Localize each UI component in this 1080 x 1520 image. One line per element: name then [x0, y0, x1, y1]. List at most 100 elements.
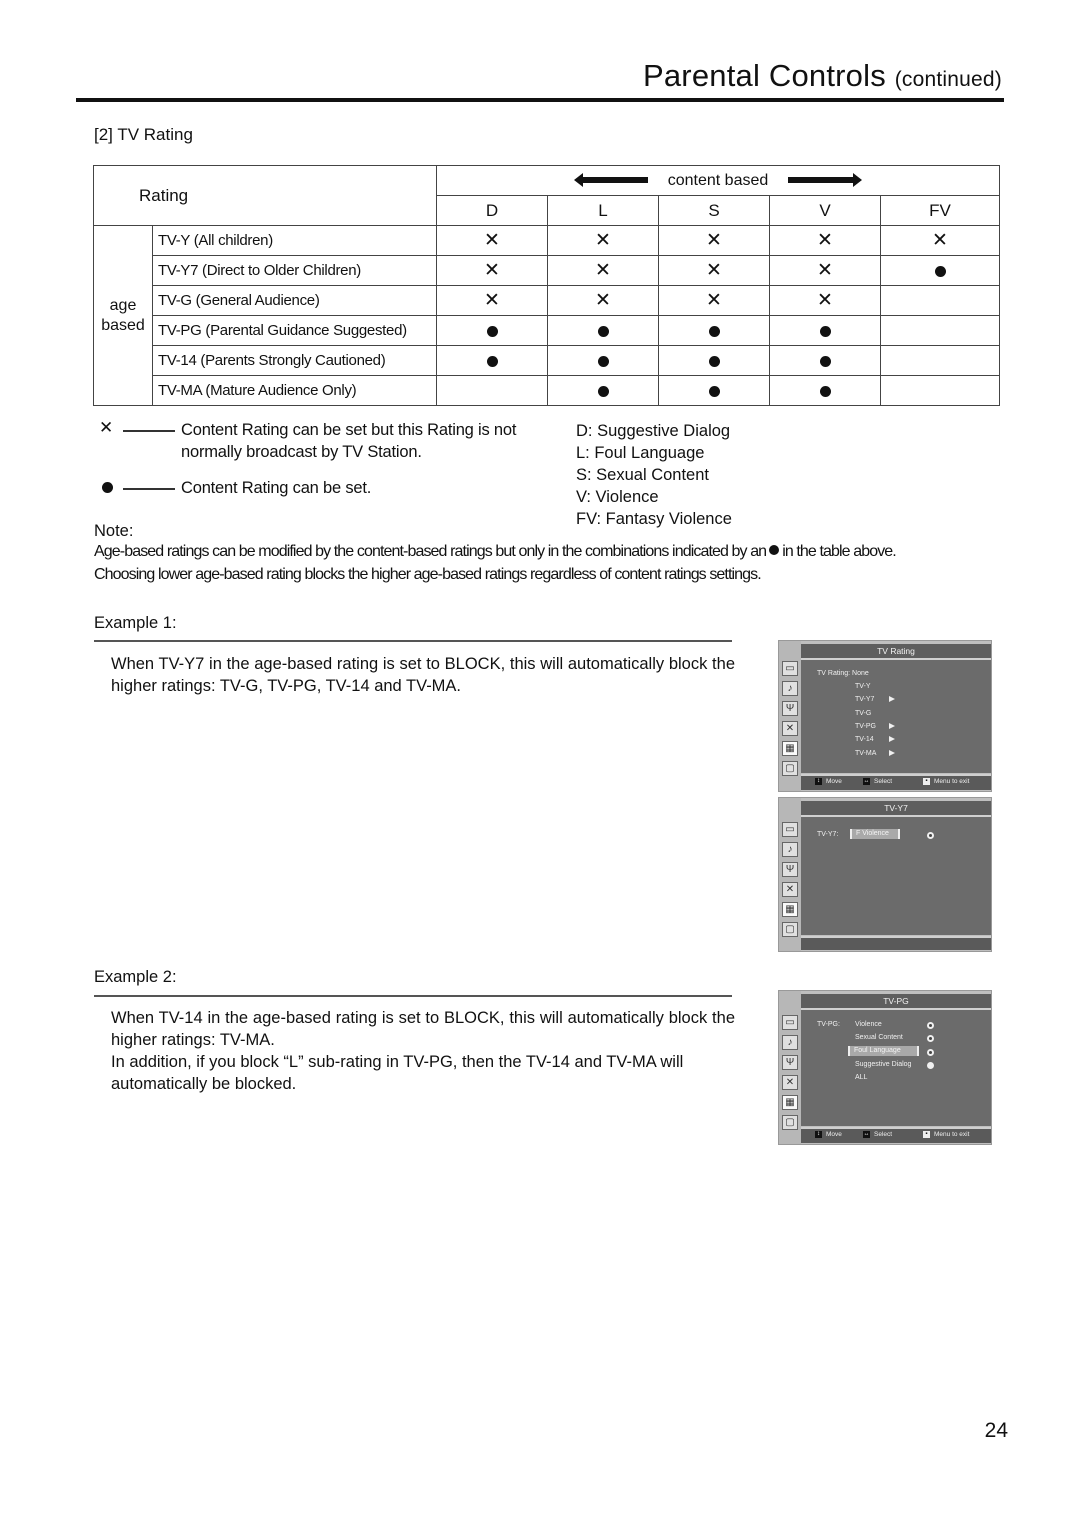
osd-main-panel: TV Rating TV Rating: None TV-Y TV-Y7 TV-G T… — [801, 644, 991, 773]
submenu-arrow-icon — [889, 696, 895, 703]
table-row: TV-14 (Parents Strongly Cautioned) — [94, 345, 1000, 376]
setup-menu-icon: ✕ — [782, 1075, 798, 1090]
note-line-1-text: Age-based ratings can be modified by the… — [94, 543, 767, 560]
radio-ring-icon[interactable] — [927, 1035, 934, 1043]
radio-ring-icon[interactable] — [927, 1048, 934, 1056]
column-header-v: V — [769, 195, 881, 226]
x-mark-icon: ✕ — [484, 290, 500, 311]
table-row: TV-MA (Mature Audience Only) — [94, 375, 1000, 406]
dot-icon — [486, 355, 498, 367]
osd-rating-item[interactable]: TV-G — [855, 710, 889, 717]
radio-ring-icon[interactable] — [927, 1022, 934, 1029]
osd-rating-label: TV-MA — [855, 749, 877, 757]
osd-rating-item[interactable]: TV-MA — [855, 750, 895, 757]
osd-subrating-item[interactable]: Suggestive Dialog — [855, 1061, 911, 1068]
cell-s: ✕ — [658, 225, 770, 256]
dot-icon — [597, 325, 609, 337]
cell-v — [769, 315, 881, 346]
note-line-2: Choosing lower age-based rating blocks t… — [94, 566, 762, 583]
osd-rating-item[interactable]: TV-PG — [855, 723, 895, 730]
arrow-left-icon — [573, 173, 648, 188]
submenu-arrow-icon — [889, 723, 895, 730]
osd-exit-label: Menu to exit — [934, 1131, 970, 1139]
cell-fv — [880, 285, 1000, 316]
osd-main-panel: TV-PG TV-PG: Violence Sexual Content Foul … — [801, 994, 991, 1126]
cell-l: ✕ — [547, 255, 659, 286]
age-based-label: age based — [93, 225, 153, 406]
submenu-arrow-icon — [889, 736, 895, 743]
osd-move-hint: ↕ Move — [815, 1131, 842, 1138]
osd-footer: ↕ Move ↔ Select ▪ Menu to exit — [801, 774, 991, 790]
x-mark-icon: ✕ — [932, 230, 948, 251]
cell-s — [658, 315, 770, 346]
cell-s: ✕ — [658, 255, 770, 286]
age-label-line2: based — [101, 316, 145, 334]
page-title: Parental Controls (continued) — [643, 58, 1002, 94]
parental-menu-icon: ▦ — [782, 1095, 798, 1110]
dot-icon — [819, 325, 831, 337]
osd-subrating-item[interactable]: Foul Language — [848, 1046, 919, 1057]
parental-menu-icon: ▦ — [782, 902, 798, 917]
parental-menu-icon: ▦ — [782, 741, 798, 756]
osd-rating-item[interactable]: TV-14 — [855, 736, 895, 743]
table-row: age based TV-Y (All children) ✕ ✕ ✕ ✕ ✕ — [93, 225, 1000, 406]
radio-ring-icon[interactable] — [927, 832, 934, 839]
sound-menu-icon: ♪ — [782, 842, 798, 857]
radio-filled-icon[interactable] — [927, 1061, 934, 1069]
x-mark-icon: ✕ — [595, 260, 611, 281]
cell-v — [769, 345, 881, 376]
osd-subrating-item[interactable]: Sexual Content — [855, 1034, 903, 1041]
sound-menu-icon: ♪ — [782, 1035, 798, 1050]
row-label: TV-Y (All children) — [152, 225, 437, 256]
osd-select-label: Select — [874, 778, 893, 786]
osd-subrating-item[interactable]: Violence — [855, 1021, 882, 1028]
osd-main-panel: TV-Y7 TV-Y7: F Violence — [801, 801, 991, 935]
osd-selected-item[interactable]: F Violence — [850, 829, 900, 839]
cell-s — [658, 375, 770, 406]
x-mark-icon: ✕ — [484, 230, 500, 251]
channel-menu-icon: Ψ — [782, 862, 798, 877]
x-mark-icon: ✕ — [595, 230, 611, 251]
osd-subrating-item[interactable]: ALL — [855, 1074, 867, 1081]
dot-icon — [819, 385, 831, 397]
osd-exit-label: Menu to exit — [934, 778, 970, 786]
osd-sidebar: ▭ ♪ Ψ ✕ ▦ ▢ — [779, 641, 801, 791]
cell-d — [436, 375, 548, 406]
example2-body: When TV-14 in the age-based rating is se… — [111, 1007, 735, 1095]
osd-title: TV-Y7 — [801, 801, 991, 817]
cell-l: ✕ — [547, 225, 659, 256]
picture-menu-icon: ▭ — [782, 1015, 798, 1030]
leftright-icon: ↔ — [863, 1131, 870, 1138]
cell-d — [436, 345, 548, 376]
osd-rating-label: TV-PG — [855, 722, 877, 730]
dot-icon — [708, 385, 720, 397]
osd-move-label: Move — [826, 778, 842, 786]
cell-v: ✕ — [769, 285, 881, 316]
x-mark-icon: ✕ — [706, 230, 722, 251]
dot-icon — [486, 325, 498, 337]
legend-dash — [123, 430, 175, 432]
dot-icon — [708, 355, 720, 367]
feature-menu-icon: ▢ — [782, 1115, 798, 1130]
osd-rating-item[interactable]: TV-Y — [855, 683, 889, 690]
osd-rating-label: TV-Y7 — [855, 696, 875, 704]
note-line-1: Age-based ratings can be modified by the… — [94, 543, 897, 561]
osd-select-hint: ↔ Select — [863, 778, 892, 785]
cell-fv — [880, 375, 1000, 406]
osd-select-hint: ↔ Select — [863, 1131, 892, 1138]
x-mark-icon: ✕ — [817, 290, 833, 311]
sound-menu-icon: ♪ — [782, 681, 798, 696]
cell-fv — [880, 345, 1000, 376]
osd-row-label: TV-PG: — [817, 1021, 840, 1028]
cell-d — [436, 315, 548, 346]
abbreviation-item: FV: Fantasy Violence — [576, 510, 732, 528]
example2-body-1: When TV-14 in the age-based rating is se… — [111, 1009, 735, 1049]
feature-menu-icon: ▢ — [782, 922, 798, 937]
osd-rating-item[interactable]: TV-Y7 — [855, 696, 895, 703]
abbreviation-item: V: Violence — [576, 488, 659, 506]
table-row: TV-PG (Parental Guidance Suggested) — [94, 315, 1000, 346]
cell-fv — [880, 315, 1000, 346]
cell-d: ✕ — [436, 255, 548, 286]
updown-icon: ↕ — [815, 778, 822, 785]
example2-rule — [94, 995, 732, 997]
